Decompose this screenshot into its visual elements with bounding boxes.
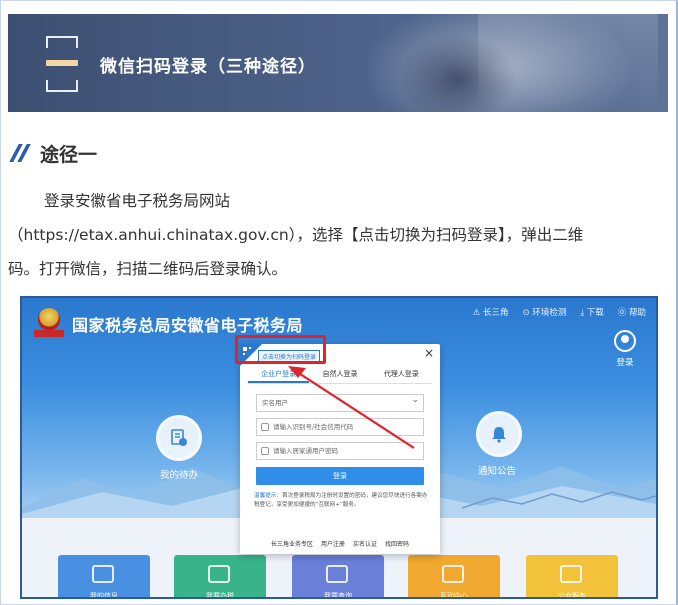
section-title: 途径一 bbox=[40, 143, 98, 166]
tile-interaction[interactable]: 互动中心 bbox=[408, 555, 500, 597]
highlight-box bbox=[235, 335, 326, 364]
notice-label: 通知公告 bbox=[478, 466, 517, 477]
tab-agent-login[interactable]: 代理人登录 bbox=[371, 366, 432, 383]
tile-public-service[interactable]: 公众服务 bbox=[526, 555, 618, 597]
tax-id-input[interactable]: 请输入识别号/社会信用代码 bbox=[256, 418, 424, 436]
paragraph-line-1: 登录安徽省电子税务局网站 bbox=[44, 192, 231, 210]
person-icon bbox=[92, 565, 114, 583]
graduation-cap-icon bbox=[560, 565, 582, 583]
password-input[interactable]: 请输入居家通用户密码 bbox=[256, 442, 424, 460]
notice-button[interactable] bbox=[476, 411, 522, 457]
tab-enterprise-login[interactable]: 企业户登录 bbox=[248, 366, 310, 383]
user-type-select[interactable]: 实名用户 bbox=[256, 394, 424, 412]
top-link-help[interactable]: ⓪ 帮助 bbox=[618, 306, 646, 318]
top-link-env-check[interactable]: ⊙ 环境检测 bbox=[523, 306, 567, 318]
dialog-footer-links: 长三角业务专区 用户注册 实名认证 找回密码 bbox=[240, 539, 440, 548]
chat-bubble-icon bbox=[442, 565, 464, 583]
todo-button[interactable] bbox=[156, 415, 202, 461]
magnifier-doc-icon bbox=[326, 565, 348, 583]
link-real-name-auth[interactable]: 实名认证 bbox=[353, 539, 377, 548]
login-label: 登录 bbox=[616, 358, 634, 368]
id-card-icon bbox=[261, 423, 269, 431]
bracket-bar-icon bbox=[46, 36, 78, 92]
close-icon[interactable]: × bbox=[424, 346, 434, 360]
header-banner: 微信扫码登录（三种途径） bbox=[8, 14, 668, 112]
banner-title: 微信扫码登录（三种途径） bbox=[100, 57, 316, 77]
site-title: 国家税务总局安徽省电子税务局 bbox=[72, 316, 304, 335]
embedded-screenshot: 国家税务总局安徽省电子税务局 ⚠ 长三角 ⊙ 环境检测 ⤓ 下载 ⓪ 帮助 登录… bbox=[20, 296, 658, 599]
monitor-icon bbox=[208, 565, 230, 583]
tab-individual-login[interactable]: 自然人登录 bbox=[309, 366, 370, 383]
login-button[interactable]: 登录 bbox=[256, 467, 424, 485]
top-links: ⚠ 长三角 ⊙ 环境检测 ⤓ 下载 ⓪ 帮助 bbox=[473, 306, 646, 318]
document-clock-icon bbox=[171, 429, 187, 446]
todo-label: 我的待办 bbox=[160, 470, 199, 481]
tile-query[interactable]: 我要查询 bbox=[292, 555, 384, 597]
feature-tiles: 我的信息 我要办税 我要查询 互动中心 公众服务 bbox=[58, 555, 618, 597]
tile-my-info[interactable]: 我的信息 bbox=[58, 555, 150, 597]
bell-icon bbox=[492, 427, 506, 443]
login-tabs: 企业户登录 自然人登录 代理人登录 bbox=[248, 366, 432, 384]
user-avatar-icon bbox=[614, 330, 636, 352]
user-login-button[interactable]: 登录 bbox=[610, 330, 640, 368]
link-recover-password[interactable]: 找回密码 bbox=[385, 539, 409, 548]
tax-emblem-logo bbox=[34, 306, 64, 338]
section-heading: 途径一 bbox=[8, 138, 97, 168]
top-link-yangtze[interactable]: ⚠ 长三角 bbox=[473, 306, 509, 318]
paragraph-line-2: （https://etax.anhui.chinatax.gov.cn），选择【… bbox=[8, 226, 584, 244]
lock-icon bbox=[261, 447, 269, 455]
login-dialog: 点击切换为扫码登录 × 企业户登录 自然人登录 代理人登录 实名用户 请输入识别… bbox=[240, 344, 440, 554]
login-hint: 温馨提示：首次登录税局为注册时设置的密码，建议您尽快进行各案办税登记，享受更加便… bbox=[254, 493, 428, 508]
tile-tax-service[interactable]: 我要办税 bbox=[174, 555, 266, 597]
link-yangtze-zone[interactable]: 长三角业务专区 bbox=[271, 539, 313, 548]
double-slash-icon bbox=[8, 142, 34, 164]
top-link-download[interactable]: ⤓ 下载 bbox=[580, 306, 603, 318]
link-register[interactable]: 用户注册 bbox=[321, 539, 345, 548]
paragraph-line-3: 码。打开微信，扫描二维码后登录确认。 bbox=[8, 260, 288, 278]
